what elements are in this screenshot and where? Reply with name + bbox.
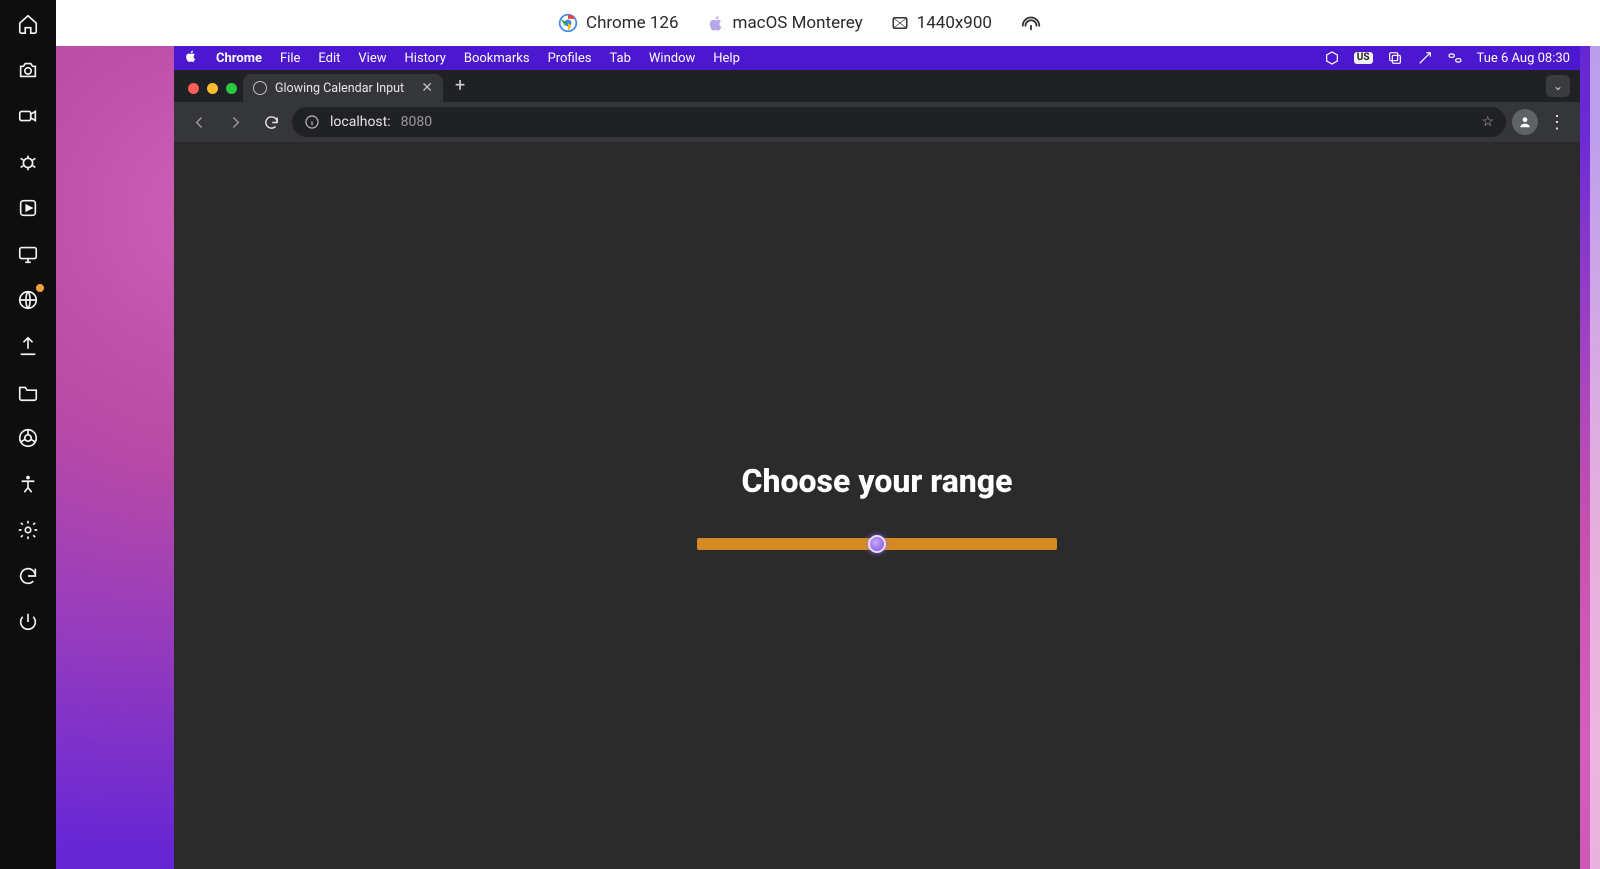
mac-browser-window: Chrome File Edit View History Bookmarks …	[174, 46, 1580, 869]
menu-app-name[interactable]: Chrome	[216, 51, 262, 66]
settings-gear-icon[interactable]	[14, 516, 42, 544]
input-source-badge[interactable]: US	[1354, 52, 1373, 64]
env-browser: Chrome 126	[558, 13, 679, 33]
bug-icon[interactable]	[14, 148, 42, 176]
apple-logo-icon	[707, 14, 725, 32]
mac-menubar: Chrome File Edit View History Bookmarks …	[174, 46, 1580, 70]
chrome-logo-icon	[558, 13, 578, 33]
menu-profiles[interactable]: Profiles	[548, 51, 592, 66]
page-viewport: Choose your range	[174, 142, 1580, 869]
broadcast-icon	[1020, 12, 1042, 34]
window-close-dot[interactable]	[188, 83, 199, 94]
new-tab-button[interactable]: +	[443, 75, 477, 102]
menu-history[interactable]: History	[405, 51, 446, 66]
video-icon[interactable]	[14, 102, 42, 130]
page-heading: Choose your range	[742, 462, 1013, 500]
monitor-icon[interactable]	[14, 240, 42, 268]
power-icon[interactable]	[14, 608, 42, 636]
globe-x-icon[interactable]	[14, 286, 42, 314]
chrome-toolbar: localhost: 8080 ☆ ⋮	[174, 102, 1580, 142]
tab-title: Glowing Calendar Input	[275, 81, 404, 96]
browser-tab[interactable]: Glowing Calendar Input ✕	[243, 74, 443, 102]
menu-window[interactable]: Window	[649, 51, 695, 66]
chrome-tab-strip: Glowing Calendar Input ✕ + ⌄	[174, 70, 1580, 102]
environment-info-bar: Chrome 126 macOS Monterey 1440x900	[0, 0, 1600, 46]
menubar-clock[interactable]: Tue 6 Aug 08:30	[1477, 51, 1570, 66]
url-port: 8080	[401, 114, 432, 130]
env-resolution-label: 1440x900	[917, 13, 992, 33]
window-minimize-dot[interactable]	[207, 83, 218, 94]
menu-edit[interactable]: Edit	[318, 51, 340, 66]
window-zoom-dot[interactable]	[226, 83, 237, 94]
menu-help[interactable]: Help	[713, 51, 740, 66]
resolution-icon	[891, 14, 909, 32]
tab-favicon-icon	[253, 81, 267, 95]
bookmark-star-icon[interactable]: ☆	[1481, 114, 1494, 130]
camera-icon[interactable]	[14, 56, 42, 84]
control-center-icon[interactable]	[1447, 50, 1463, 66]
upload-icon[interactable]	[14, 332, 42, 360]
address-bar[interactable]: localhost: 8080 ☆	[292, 107, 1506, 137]
url-host: localhost:	[330, 114, 391, 130]
status-hexagon-icon[interactable]	[1324, 50, 1340, 66]
menu-bookmarks[interactable]: Bookmarks	[464, 51, 530, 66]
env-os: macOS Monterey	[707, 13, 863, 33]
nav-forward-button[interactable]	[220, 107, 250, 137]
menubar-status-icons: US Tue 6 Aug 08:30	[1324, 50, 1570, 66]
env-os-label: macOS Monterey	[733, 13, 863, 33]
env-resolution: 1440x900	[891, 13, 992, 33]
tab-list-button[interactable]: ⌄	[1546, 75, 1570, 97]
menu-tab[interactable]: Tab	[609, 51, 630, 66]
status-wand-icon[interactable]	[1417, 50, 1433, 66]
folder-icon[interactable]	[14, 378, 42, 406]
play-square-icon[interactable]	[14, 194, 42, 222]
site-info-icon[interactable]	[304, 114, 320, 130]
home-icon[interactable]	[14, 10, 42, 38]
menu-view[interactable]: View	[358, 51, 386, 66]
chrome-devtools-icon[interactable]	[14, 424, 42, 452]
window-traffic-lights[interactable]	[184, 83, 243, 102]
left-tool-strip	[0, 0, 56, 869]
profile-avatar-button[interactable]	[1512, 109, 1538, 135]
nav-reload-button[interactable]	[256, 107, 286, 137]
accessibility-icon[interactable]	[14, 470, 42, 498]
tab-close-icon[interactable]: ✕	[421, 80, 433, 96]
desktop-wallpaper: Chrome File Edit View History Bookmarks …	[56, 46, 1600, 869]
status-windows-icon[interactable]	[1387, 50, 1403, 66]
outer-scrollbar[interactable]	[1590, 46, 1600, 869]
nav-back-button[interactable]	[184, 107, 214, 137]
env-broadcast	[1020, 12, 1042, 34]
env-browser-label: Chrome 126	[586, 13, 679, 33]
apple-menu-icon[interactable]	[184, 49, 198, 67]
sync-icon[interactable]	[14, 562, 42, 590]
menu-file[interactable]: File	[280, 51, 300, 66]
range-slider[interactable]	[697, 538, 1057, 550]
chrome-menu-button[interactable]: ⋮	[1544, 109, 1570, 135]
